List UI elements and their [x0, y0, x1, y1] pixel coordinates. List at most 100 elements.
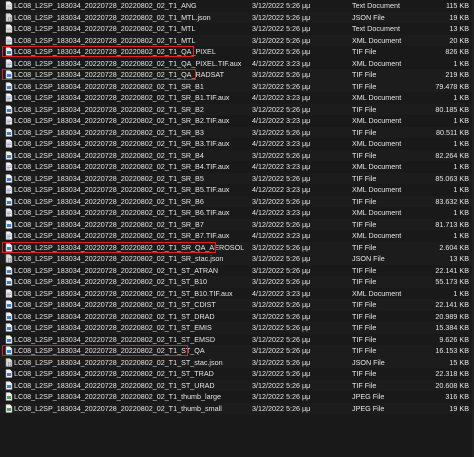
file-row[interactable]: LC08_L2SP_183034_20220728_20220802_02_T1… — [0, 0, 474, 12]
file-name[interactable]: LC08_L2SP_183034_20220728_20220802_02_T1… — [14, 345, 244, 357]
tif-file-icon — [5, 242, 13, 252]
file-row[interactable]: LC08_L2SP_183034_20220728_20220802_02_T1… — [0, 218, 474, 231]
file-row[interactable]: {} LC08_L2SP_183034_20220728_20220802_02_… — [0, 253, 474, 265]
file-size: 79.478 KB — [435, 81, 469, 91]
file-name[interactable]: LC08_L2SP_183034_20220728_20220802_02_T1… — [14, 23, 244, 35]
file-row[interactable]: LC08_L2SP_183034_20220728_20220802_02_T1… — [0, 288, 474, 300]
xml-file-icon — [5, 208, 13, 217]
file-name[interactable]: LC08_L2SP_183034_20220728_20220802_02_T1… — [14, 403, 244, 415]
file-name[interactable]: LC08_L2SP_183034_20220728_20220802_02_T1… — [14, 173, 244, 185]
file-row[interactable]: LC08_L2SP_183034_20220728_20220802_02_T1… — [0, 80, 474, 93]
file-name[interactable]: LC08_L2SP_183034_20220728_20220802_02_T1… — [14, 138, 244, 150]
file-name[interactable]: LC08_L2SP_183034_20220728_20220802_02_T1… — [14, 184, 244, 196]
file-name[interactable]: LC08_L2SP_183034_20220728_20220802_02_T1… — [14, 115, 244, 127]
file-date-modified: 3/12/2022 5:26 μμ — [252, 1, 311, 10]
file-row[interactable]: LC08_L2SP_183034_20220728_20220802_02_T1… — [0, 58, 474, 70]
file-name[interactable]: LC08_L2SP_183034_20220728_20220802_02_T1… — [14, 230, 244, 242]
file-row[interactable]: LC08_L2SP_183034_20220728_20220802_02_T1… — [0, 172, 474, 185]
file-row[interactable]: LC08_L2SP_183034_20220728_20220802_02_T1… — [0, 103, 474, 116]
file-name[interactable]: LC08_L2SP_183034_20220728_20220802_02_T1… — [14, 253, 244, 265]
file-date-modified: 3/12/2022 5:26 μμ — [252, 47, 311, 56]
json-file-icon: {} — [5, 357, 13, 367]
file-name[interactable]: LC08_L2SP_183034_20220728_20220802_02_T1… — [14, 311, 244, 323]
file-row[interactable]: LC08_L2SP_183034_20220728_20220802_02_T1… — [0, 184, 474, 196]
file-name[interactable]: LC08_L2SP_183034_20220728_20220802_02_T1… — [14, 161, 244, 173]
file-row[interactable]: LC08_L2SP_183034_20220728_20220802_02_T1… — [0, 345, 474, 357]
file-row[interactable]: LC08_L2SP_183034_20220728_20220802_02_T1… — [0, 391, 474, 403]
file-name[interactable]: LC08_L2SP_183034_20220728_20220802_02_T1… — [14, 92, 244, 104]
file-date-modified: 3/12/2022 5:26 μμ — [252, 104, 311, 114]
file-name[interactable]: LC08_L2SP_183034_20220728_20220802_02_T1… — [14, 150, 244, 162]
file-date-modified: 4/12/2022 3:23 μμ — [252, 58, 311, 68]
file-row[interactable]: LC08_L2SP_183034_20220728_20220802_02_T1… — [0, 230, 474, 242]
file-size: 55.173 KB — [435, 277, 469, 286]
file-row[interactable]: LC08_L2SP_183034_20220728_20220802_02_T1… — [0, 92, 474, 104]
file-row[interactable]: LC08_L2SP_183034_20220728_20220802_02_T1… — [0, 138, 474, 150]
file-date-modified: 3/12/2022 5:26 μμ — [252, 392, 311, 401]
file-size: 9.626 KB — [439, 334, 469, 344]
file-row[interactable]: LC08_L2SP_183034_20220728_20220802_02_T1… — [0, 334, 474, 346]
file-row[interactable]: LC08_L2SP_183034_20220728_20220802_02_T1… — [0, 379, 474, 392]
file-date-modified: 3/12/2022 5:26 μμ — [252, 334, 311, 344]
file-name[interactable]: LC08_L2SP_183034_20220728_20220802_02_T1… — [14, 380, 244, 392]
file-name[interactable]: LC08_L2SP_183034_20220728_20220802_02_T1… — [14, 0, 244, 12]
file-name[interactable]: LC08_L2SP_183034_20220728_20220802_02_T1… — [14, 219, 244, 231]
file-size: 19 KB — [449, 12, 469, 22]
file-name[interactable]: LC08_L2SP_183034_20220728_20220802_02_T1… — [14, 242, 244, 254]
file-row[interactable]: LC08_L2SP_183034_20220728_20220802_02_T1… — [0, 69, 474, 81]
file-row[interactable]: LC08_L2SP_183034_20220728_20220802_02_T1… — [0, 311, 474, 323]
file-size: 1 KB — [453, 58, 469, 68]
file-date-modified: 3/12/2022 5:26 μμ — [252, 300, 311, 309]
file-name[interactable]: LC08_L2SP_183034_20220728_20220802_02_T1… — [14, 46, 244, 58]
file-date-modified: 4/12/2022 3:23 μμ — [252, 288, 311, 298]
file-row[interactable]: LC08_L2SP_183034_20220728_20220802_02_T1… — [0, 34, 474, 47]
file-date-modified: 3/12/2022 5:26 μμ — [252, 242, 311, 252]
file-row[interactable]: {} LC08_L2SP_183034_20220728_20220802_02_… — [0, 11, 474, 24]
file-name[interactable]: LC08_L2SP_183034_20220728_20220802_02_T1… — [14, 104, 244, 116]
file-row[interactable]: LC08_L2SP_183034_20220728_20220802_02_T1… — [0, 149, 474, 162]
file-date-modified: 3/12/2022 5:26 μμ — [252, 369, 311, 378]
file-row[interactable]: LC08_L2SP_183034_20220728_20220802_02_T1… — [0, 265, 474, 277]
file-date-modified: 3/12/2022 5:26 μμ — [252, 81, 311, 91]
file-name[interactable]: LC08_L2SP_183034_20220728_20220802_02_T1… — [14, 334, 244, 346]
file-name[interactable]: LC08_L2SP_183034_20220728_20220802_02_T1… — [14, 299, 244, 311]
file-name[interactable]: LC08_L2SP_183034_20220728_20220802_02_T1… — [14, 12, 244, 24]
file-row[interactable]: LC08_L2SP_183034_20220728_20220802_02_T1… — [0, 276, 474, 288]
tif-file-icon — [5, 47, 13, 56]
file-date-modified: 3/12/2022 5:26 μμ — [252, 254, 311, 263]
file-row[interactable]: LC08_L2SP_183034_20220728_20220802_02_T1… — [0, 46, 474, 58]
file-name[interactable]: LC08_L2SP_183034_20220728_20220802_02_T1… — [14, 207, 244, 219]
file-name[interactable]: LC08_L2SP_183034_20220728_20220802_02_T1… — [14, 69, 244, 81]
file-row[interactable]: {} LC08_L2SP_183034_20220728_20220802_02_… — [0, 356, 474, 369]
file-name[interactable]: LC08_L2SP_183034_20220728_20220802_02_T1… — [14, 58, 244, 70]
xml-file-icon — [5, 116, 13, 125]
file-name[interactable]: LC08_L2SP_183034_20220728_20220802_02_T1… — [14, 368, 244, 380]
file-name[interactable]: LC08_L2SP_183034_20220728_20220802_02_T1… — [14, 127, 244, 139]
file-size: 22.141 KB — [435, 265, 469, 275]
file-size: 15 KB — [449, 357, 469, 367]
file-row[interactable]: LC08_L2SP_183034_20220728_20220802_02_T1… — [0, 241, 474, 254]
file-name[interactable]: LC08_L2SP_183034_20220728_20220802_02_T1… — [14, 391, 244, 403]
file-row[interactable]: LC08_L2SP_183034_20220728_20220802_02_T1… — [0, 161, 474, 173]
file-name[interactable]: LC08_L2SP_183034_20220728_20220802_02_T1… — [14, 35, 244, 47]
file-row[interactable]: LC08_L2SP_183034_20220728_20220802_02_T1… — [0, 115, 474, 127]
file-size: 1 KB — [453, 116, 469, 125]
file-row[interactable]: LC08_L2SP_183034_20220728_20220802_02_T1… — [0, 126, 474, 139]
file-row[interactable]: LC08_L2SP_183034_20220728_20220802_02_T1… — [0, 322, 474, 334]
file-name[interactable]: LC08_L2SP_183034_20220728_20220802_02_T1… — [14, 357, 244, 369]
file-name[interactable]: LC08_L2SP_183034_20220728_20220802_02_T1… — [14, 276, 244, 288]
file-row[interactable]: LC08_L2SP_183034_20220728_20220802_02_T1… — [0, 299, 474, 311]
file-name[interactable]: LC08_L2SP_183034_20220728_20220802_02_T1… — [14, 81, 244, 93]
file-row[interactable]: LC08_L2SP_183034_20220728_20220802_02_T1… — [0, 207, 474, 219]
file-row[interactable]: LC08_L2SP_183034_20220728_20220802_02_T1… — [0, 195, 474, 208]
file-row[interactable]: LC08_L2SP_183034_20220728_20220802_02_T1… — [0, 368, 474, 380]
file-name[interactable]: LC08_L2SP_183034_20220728_20220802_02_T1… — [14, 265, 244, 277]
file-row[interactable]: LC08_L2SP_183034_20220728_20220802_02_T1… — [0, 23, 474, 35]
file-name[interactable]: LC08_L2SP_183034_20220728_20220802_02_T1… — [14, 288, 244, 300]
file-name[interactable]: LC08_L2SP_183034_20220728_20220802_02_T1… — [14, 322, 244, 334]
file-size: 13 KB — [449, 254, 469, 263]
file-size: 20.608 KB — [435, 380, 469, 390]
file-name[interactable]: LC08_L2SP_183034_20220728_20220802_02_T1… — [14, 196, 244, 208]
jpeg-file-icon — [5, 392, 13, 401]
file-row[interactable]: LC08_L2SP_183034_20220728_20220802_02_T1… — [0, 402, 474, 415]
